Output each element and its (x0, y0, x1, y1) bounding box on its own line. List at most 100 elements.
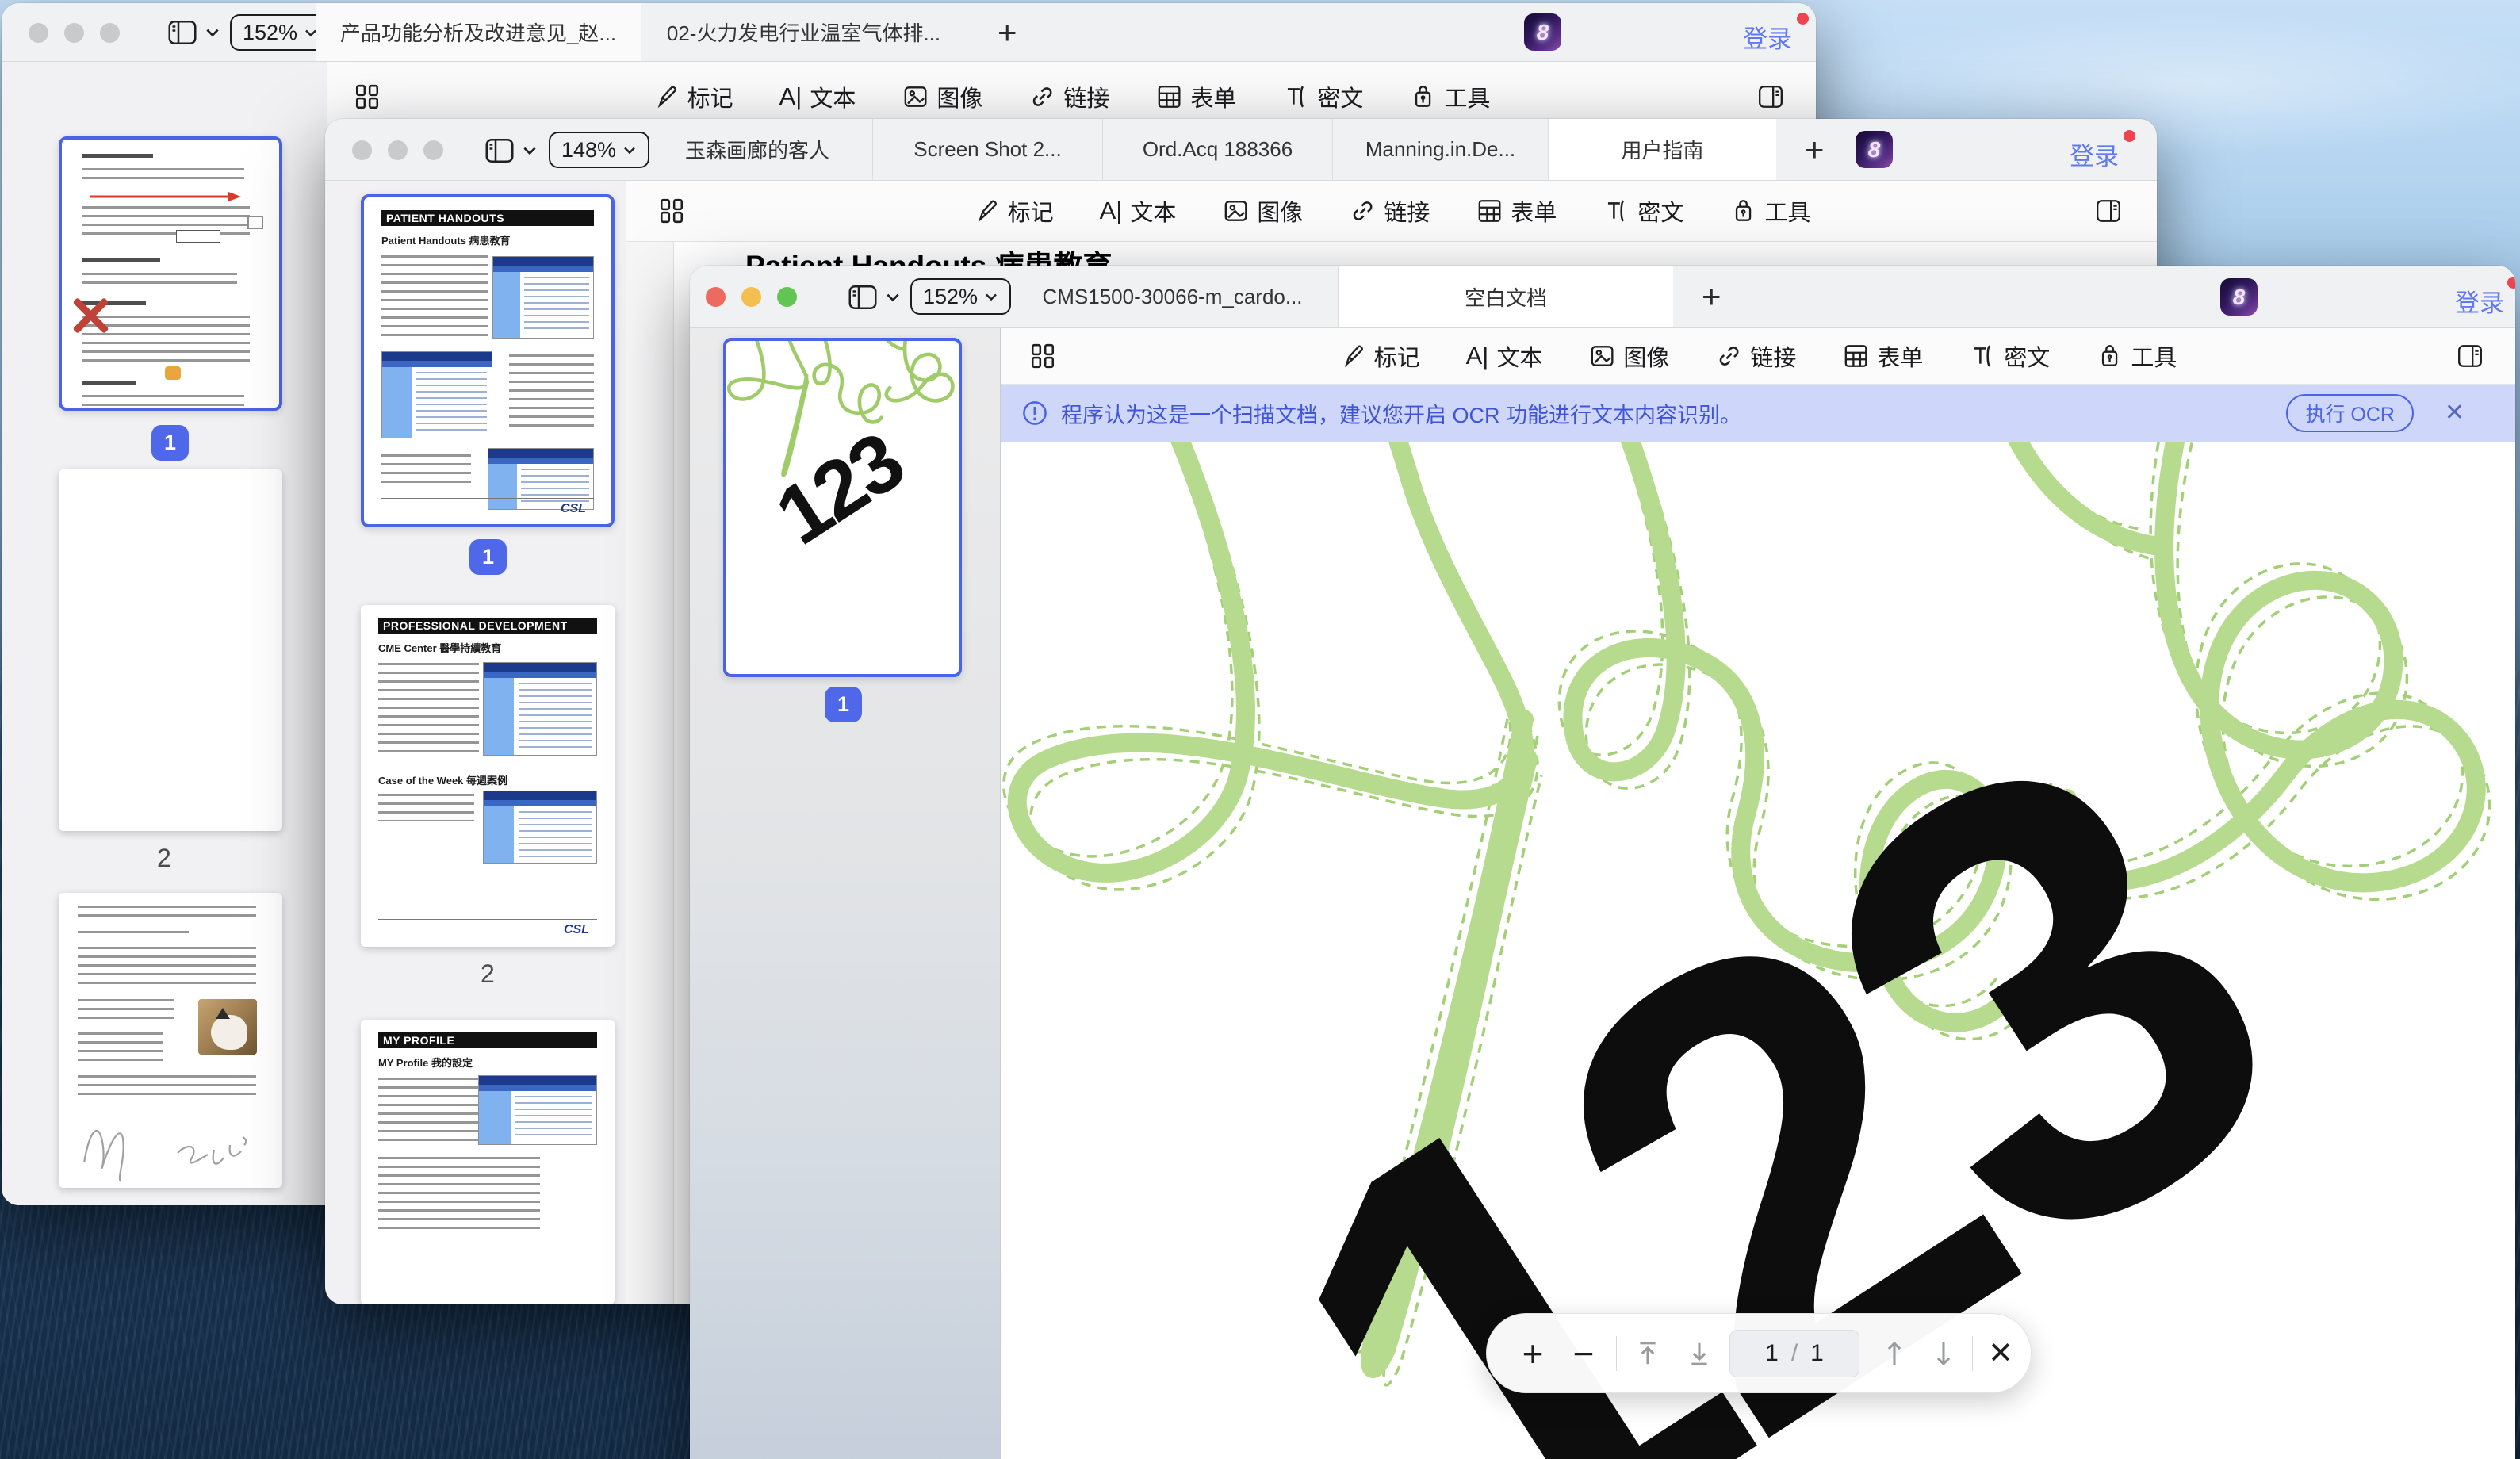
middle-tabbar: 148% 玉森画廊的客人 Screen Shot 2... Ord.Acq 18… (325, 119, 2157, 181)
login-notification-dot (2124, 130, 2135, 142)
minimize-window-icon[interactable] (388, 140, 408, 160)
image-tool[interactable]: 图像 (1588, 339, 1669, 373)
form-tool[interactable]: 表单 (1155, 80, 1236, 113)
image-tool[interactable]: 图像 (1222, 194, 1303, 228)
user-avatar[interactable]: 8 (1524, 13, 1561, 51)
comment-annotation-icon[interactable] (165, 366, 181, 380)
right-panel-toggle-icon[interactable] (2457, 328, 2484, 384)
front-tabbar: 152% CMS1500-30066-m_cardo... 空白文档 + 8 登… (690, 266, 2515, 328)
tools-tool[interactable]: 工具 (1409, 80, 1490, 113)
middle-page-thumbnail-1[interactable]: PATIENT HANDOUTS Patient Handouts 病患教育 C… (361, 194, 615, 527)
minimize-window-icon[interactable] (64, 23, 84, 43)
form-tool[interactable]: 表单 (1476, 194, 1557, 228)
fullscreen-window-icon[interactable] (777, 287, 797, 307)
new-tab-button[interactable]: + (998, 3, 1017, 61)
image-tool[interactable]: 图像 (902, 80, 982, 113)
user-avatar[interactable]: 8 (1856, 131, 1893, 168)
tab-document-3[interactable]: Ord.Acq 188366 (1102, 119, 1332, 180)
tab-document-1[interactable]: CMS1500-30066-m_cardo... (1007, 266, 1338, 327)
login-button[interactable]: 登录 (2070, 136, 2119, 172)
next-page-button[interactable] (1921, 1340, 1966, 1367)
front-document-canvas: 123 程序认为这是一个扫描文档，建议您开启 OCR 功能进行文本内容识别。 执… (1001, 385, 2515, 1459)
front-page-thumbnail-1[interactable]: 123 (723, 338, 962, 677)
tab-user-guide[interactable]: 用户指南 (1548, 119, 1776, 180)
last-page-button[interactable] (1677, 1339, 1721, 1368)
tab-document-2[interactable]: Screen Shot 2... (872, 119, 1102, 180)
zoom-in-button[interactable]: + (1509, 1332, 1557, 1375)
close-window-icon[interactable] (706, 287, 726, 307)
signature-annotation (73, 1112, 263, 1183)
redact-tool[interactable]: 密文 (1282, 80, 1363, 113)
window-front: 152% CMS1500-30066-m_cardo... 空白文档 + 8 登… (690, 266, 2515, 1459)
mini-screenshot (478, 1075, 597, 1145)
right-panel-toggle-icon[interactable] (2095, 181, 2122, 241)
previous-page-button[interactable] (1872, 1340, 1917, 1367)
close-window-icon[interactable] (29, 23, 48, 43)
window-controls[interactable] (29, 23, 120, 43)
total-pages: 1 (1810, 1340, 1824, 1367)
sidebar-toggle-icon[interactable] (167, 17, 220, 48)
window-controls[interactable] (352, 140, 443, 160)
thumb-doc-header: MY PROFILE (378, 1032, 597, 1048)
form-tool[interactable]: 表单 (1842, 339, 1923, 373)
middle-page-1-badge: 1 (469, 539, 507, 575)
markup-tool[interactable]: 标记 (1339, 339, 1420, 373)
markup-tool[interactable]: 标记 (973, 194, 1054, 228)
info-icon (1021, 400, 1048, 427)
thumb-doc-header: PATIENT HANDOUTS (381, 210, 594, 226)
first-page-button[interactable] (1626, 1339, 1670, 1368)
ocr-message: 程序认为这是一个扫描文档，建议您开启 OCR 功能进行文本内容识别。 (1061, 398, 1741, 429)
tab-document-4[interactable]: Manning.in.De... (1332, 119, 1548, 180)
tab-document-2[interactable]: 02-火力发电行业温室气体排... (641, 3, 966, 61)
link-tool[interactable]: 链接 (1715, 339, 1796, 373)
back-page-thumbnail-2[interactable] (59, 469, 282, 831)
minimize-window-icon[interactable] (741, 287, 761, 307)
zoom-level-dropdown[interactable]: 148% (549, 132, 649, 168)
login-button[interactable]: 登录 (2455, 283, 2504, 319)
thumb-doc-subtitle: Patient Handouts 病患教育 (381, 232, 594, 247)
tab-blank-document[interactable]: 空白文档 (1338, 266, 1673, 327)
redact-tool[interactable]: 密文 (1603, 194, 1683, 228)
note-annotation-icon[interactable] (247, 216, 263, 229)
tools-tool[interactable]: 工具 (1729, 194, 1810, 228)
zoom-level-value: 148% (561, 138, 616, 163)
back-page-2-number: 2 (157, 844, 171, 873)
tools-tool[interactable]: 工具 (2096, 339, 2177, 373)
fullscreen-window-icon[interactable] (423, 140, 443, 160)
tab-document-1[interactable]: 玉森画廊的客人 (642, 119, 872, 180)
fullscreen-window-icon[interactable] (100, 23, 120, 43)
middle-page-thumbnail-2[interactable]: PROFESSIONAL DEVELOPMENT CME Center 醫學持續… (361, 605, 615, 947)
user-avatar[interactable]: 8 (2220, 278, 2258, 316)
redact-tool[interactable]: 密文 (1969, 339, 2050, 373)
mini-screenshot (483, 662, 597, 756)
text-tool[interactable]: A|文本 (1466, 339, 1543, 373)
middle-page-thumbnail-3[interactable]: MY PROFILE MY Profile 我的設定 (361, 1020, 615, 1304)
link-tool[interactable]: 链接 (1028, 80, 1109, 113)
login-notification-dot (1797, 13, 1809, 25)
run-ocr-button[interactable]: 执行 OCR (2286, 394, 2414, 432)
mini-screenshot (381, 351, 492, 438)
window-controls[interactable] (706, 287, 797, 307)
close-window-icon[interactable] (352, 140, 372, 160)
close-pager-button[interactable]: ✕ (1978, 1335, 2023, 1371)
new-tab-button[interactable]: + (1702, 266, 1721, 327)
link-tool[interactable]: 链接 (1349, 194, 1430, 228)
markup-tool[interactable]: 标记 (653, 80, 733, 113)
zoom-out-button[interactable]: − (1560, 1332, 1607, 1375)
desktop: 152% 产品功能分析及改进意见_赵... 02-火力发电行业温室气体排... … (0, 0, 2520, 1459)
text-tool[interactable]: A|文本 (1100, 194, 1177, 228)
login-button[interactable]: 登录 (1743, 19, 1792, 55)
text-tool[interactable]: A|文本 (779, 80, 856, 113)
page-grid-view-button[interactable] (1029, 328, 1056, 384)
close-ocr-bar-icon[interactable]: ✕ (2445, 399, 2464, 427)
page-grid-view-button[interactable] (658, 181, 685, 241)
tab-document-1[interactable]: 产品功能分析及改进意见_赵... (316, 3, 641, 61)
sidebar-toggle-icon[interactable] (847, 282, 901, 312)
zoom-level-dropdown[interactable]: 152% (910, 278, 1011, 315)
page-indicator[interactable]: 1 / 1 (1729, 1330, 1859, 1377)
ocr-notification-bar: 程序认为这是一个扫描文档，建议您开启 OCR 功能进行文本内容识别。 执行 OC… (1001, 385, 2515, 442)
back-page-thumbnail-1[interactable] (59, 136, 282, 411)
sidebar-toggle-icon[interactable] (484, 136, 538, 166)
new-tab-button[interactable]: + (1805, 119, 1825, 180)
back-page-thumbnail-3[interactable] (59, 893, 282, 1188)
